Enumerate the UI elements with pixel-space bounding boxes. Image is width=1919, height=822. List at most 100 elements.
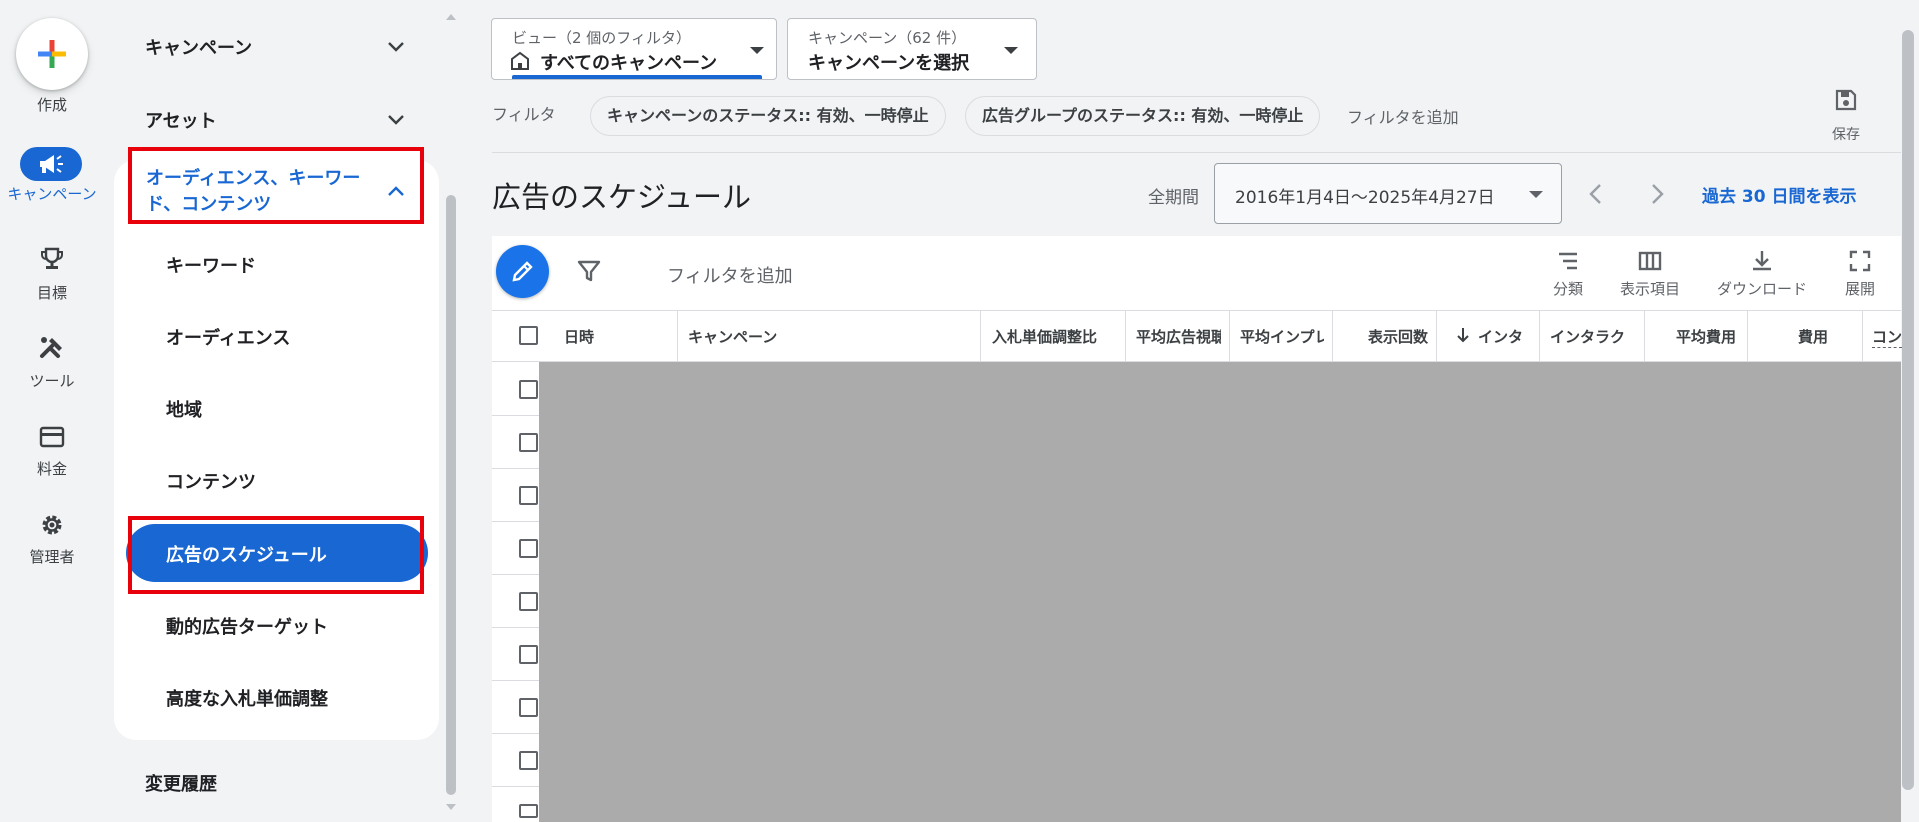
campaign-selector[interactable]: キャンペーン（62 件） キャンペーンを選択 [787, 18, 1037, 80]
sidebar-item-advanced-bid[interactable]: 高度な入札単価調整 [166, 685, 328, 711]
column-separator [1539, 310, 1540, 362]
filter-chip-campaign-status[interactable]: キャンペーンのステータス:: 有効、一時停止 [590, 96, 946, 136]
column-header-cost[interactable]: 費用 [1772, 326, 1828, 347]
view-selector-underline [512, 75, 762, 79]
row-checkbox[interactable] [519, 380, 538, 399]
column-header-campaign[interactable]: キャンペーン [688, 326, 978, 347]
column-header-avg-cost[interactable]: 平均費用 [1664, 326, 1736, 347]
column-header-impressions[interactable]: 表示回数 [1364, 326, 1428, 347]
credit-card-icon[interactable] [38, 423, 66, 451]
row-checkbox[interactable] [519, 751, 538, 770]
header-divider [492, 152, 1901, 153]
table-add-filter[interactable]: フィルタを追加 [667, 262, 793, 288]
column-header-avg-view[interactable]: 平均広告視聴 [1136, 326, 1221, 347]
create-label: 作成 [36, 96, 67, 114]
rail-label-tools[interactable]: ツール [0, 370, 104, 391]
row-checkbox[interactable] [519, 592, 538, 611]
view-selector[interactable]: ビュー（2 個のフィルタ） すべてのキャンペーン [491, 18, 777, 80]
sidebar-item-locations[interactable]: 地域 [166, 396, 202, 422]
page-title: 広告のスケジュール [492, 180, 751, 214]
chevron-right-icon[interactable] [1645, 180, 1669, 208]
chevron-down-icon[interactable] [384, 34, 408, 58]
row-divider [492, 468, 540, 469]
rail-label-admin[interactable]: 管理者 [0, 546, 104, 567]
period-label: 全期間 [1148, 188, 1199, 208]
sidebar-item-content[interactable]: コンテンツ [166, 468, 256, 494]
row-checkbox[interactable] [519, 539, 538, 558]
chevron-down-icon[interactable] [384, 107, 408, 131]
sidebar-submenu-card [114, 160, 439, 740]
column-header-interactions[interactable]: インタ [1478, 326, 1530, 347]
fullscreen-icon [1849, 250, 1871, 272]
row-divider [492, 786, 540, 787]
rail-label-billing[interactable]: 料金 [0, 458, 104, 479]
sidebar-item-dynamic-targets[interactable]: 動的広告ターゲット [166, 613, 328, 639]
sidebar-item-audiences[interactable]: オーディエンス [166, 324, 290, 350]
rail-label-goals[interactable]: 目標 [0, 282, 104, 303]
select-all-checkbox[interactable] [519, 326, 538, 345]
column-separator [1125, 310, 1126, 362]
view-selector-label: ビュー（2 個のフィルタ） [512, 29, 692, 47]
sidebar-item-keywords[interactable]: キーワード [166, 252, 256, 278]
column-header-bid-adjustment[interactable]: 入札単価調整比 [992, 326, 1102, 347]
columns-icon [1638, 251, 1662, 271]
campaign-selector-value: キャンペーンを選択 [808, 53, 970, 74]
gear-icon[interactable] [38, 511, 66, 539]
save-label: 保存 [1832, 127, 1860, 143]
column-header-avg-impr[interactable]: 平均インプレ [1240, 326, 1324, 347]
chevron-up-icon[interactable] [384, 180, 408, 204]
save-view-button[interactable]: 保存 [1818, 88, 1874, 144]
caret-down-icon [1529, 191, 1543, 198]
sidebar-section-campaigns[interactable]: キャンペーン [145, 34, 252, 60]
expand-button[interactable]: 展開 [1810, 248, 1910, 299]
download-button[interactable]: ダウンロード [1712, 248, 1812, 299]
save-icon [1835, 89, 1857, 111]
column-separator [1747, 310, 1748, 362]
download-icon [1753, 251, 1771, 271]
columns-label: 表示項目 [1619, 280, 1680, 298]
add-filter-link[interactable]: フィルタを追加 [1347, 104, 1459, 128]
column-separator [1229, 310, 1230, 362]
sort-down-arrow-icon [1457, 328, 1469, 343]
scroll-up-arrow-icon[interactable] [444, 12, 458, 22]
row-divider [492, 733, 540, 734]
main-scrollbar[interactable] [1902, 30, 1914, 790]
filter-chip-adgroup-status[interactable]: 広告グループのステータス:: 有効、一時停止 [965, 96, 1321, 136]
download-label: ダウンロード [1716, 280, 1807, 298]
table-content-redacted [539, 362, 1901, 822]
row-checkbox[interactable] [519, 804, 538, 818]
row-divider [492, 627, 540, 628]
chevron-left-icon[interactable] [1584, 180, 1608, 208]
scroll-down-arrow-icon[interactable] [444, 802, 458, 812]
sidebar-section-audiences[interactable]: オーディエンス、キーワード、コンテンツ [146, 166, 376, 218]
filter-funnel-icon[interactable] [576, 258, 602, 284]
sidebar-scrollbar[interactable] [446, 195, 456, 795]
columns-button[interactable]: 表示項目 [1600, 248, 1700, 299]
plus-icon [38, 40, 66, 68]
left-rail: 作成 キャンペーン 目標 ツール 料金 管理者 [0, 0, 104, 822]
row-checkbox[interactable] [519, 486, 538, 505]
expand-label: 展開 [1844, 280, 1875, 298]
campaign-selector-label: キャンペーン（62 件） [808, 29, 967, 47]
row-checkbox[interactable] [519, 645, 538, 664]
column-separator [1436, 310, 1437, 362]
column-separator [980, 310, 981, 362]
rail-label-campaigns[interactable]: キャンペーン [0, 186, 104, 203]
column-header-interaction-rate[interactable]: インタラク [1550, 326, 1640, 347]
building-icon [511, 51, 529, 70]
row-divider [492, 574, 540, 575]
row-checkbox[interactable] [519, 433, 538, 452]
row-checkbox[interactable] [519, 698, 538, 717]
column-separator [677, 310, 678, 362]
column-header-datetime[interactable]: 日時 [564, 326, 674, 347]
sidebar-section-assets[interactable]: アセット [145, 107, 217, 133]
create-button[interactable] [16, 18, 88, 90]
show-last-30-days-link[interactable]: 過去 30 日間を表示 [1702, 182, 1857, 207]
sidebar-item-change-history[interactable]: 変更履歴 [145, 770, 217, 796]
date-range-picker[interactable]: 2016年1月4日〜2025年4月27日 [1214, 163, 1562, 224]
column-header-conversions[interactable]: コン [1872, 326, 1902, 348]
tools-icon[interactable] [38, 334, 66, 362]
trophy-icon[interactable] [38, 246, 66, 274]
edit-button[interactable] [496, 245, 549, 298]
rail-item-campaigns[interactable] [20, 147, 82, 181]
